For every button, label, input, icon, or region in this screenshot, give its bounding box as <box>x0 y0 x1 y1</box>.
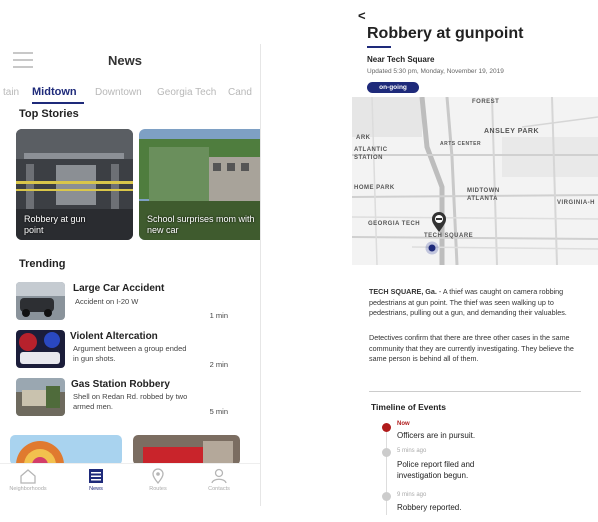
incident-map[interactable]: FOREST ANSLEY PARK ARK ARTS CENTER ATLAN… <box>352 97 598 265</box>
title-accent-bar <box>367 46 391 48</box>
trending-thumbnail <box>16 282 65 320</box>
trending-title: Large Car Accident <box>73 283 165 294</box>
timeline-time: 5 mins ago <box>397 448 427 454</box>
article-title: Robbery at gunpoint <box>367 25 524 42</box>
tab-downtown[interactable]: Downtown <box>95 87 142 98</box>
story-card-robbery[interactable]: Robbery at gun point <box>16 129 133 240</box>
nav-routes[interactable]: Routes <box>132 468 184 492</box>
page-title: News <box>108 53 142 68</box>
trending-heading: Trending <box>19 258 66 270</box>
article-location: Near Tech Square <box>367 55 435 64</box>
map-label: GEORGIA TECH <box>368 221 421 227</box>
timeline-event: Officers are in pursuit. <box>397 431 476 440</box>
nav-neighborhoods[interactable]: Neighborhoods <box>2 468 54 492</box>
trending-item[interactable]: Gas Station Robbery Shell on Redan Rd. r… <box>16 378 248 418</box>
timeline-event: Police report filed and investigation be… <box>397 460 475 480</box>
article-paragraph-text: Detectives confirm that there are three … <box>369 333 574 363</box>
trending-title: Gas Station Robbery <box>71 379 170 390</box>
map-label: TECH SQUARE <box>424 233 474 239</box>
neighborhood-tabs: tain Midtown Downtown Georgia Tech Cand <box>0 85 260 103</box>
map-label: ARK <box>356 135 371 141</box>
map-label: MIDTOWN ATLANTA <box>467 188 500 202</box>
timeline-dot <box>382 492 391 501</box>
top-stories-heading: Top Stories <box>19 108 79 120</box>
article-paragraph: TECH SQUARE, Ga. - A thief was caught on… <box>369 287 581 319</box>
active-tab-indicator <box>32 102 84 104</box>
status-badge: on-going <box>367 82 419 93</box>
news-screen: News tain Midtown Downtown Georgia Tech … <box>0 44 261 506</box>
timeline-dot-current <box>382 423 391 432</box>
map-label: ANSLEY PARK <box>484 128 540 135</box>
trending-time: 2 min <box>209 360 228 369</box>
map-roads <box>352 97 598 265</box>
tab-next[interactable]: Cand <box>228 87 252 98</box>
story-card-school[interactable]: School surprises mom with new car <box>139 129 260 240</box>
trending-description: Shell on Redan Rd. robbed by two armed m… <box>73 392 188 411</box>
story-label: School surprises mom with new car <box>147 214 255 235</box>
article-screen: < Robbery at gunpoint Near Tech Square U… <box>352 0 598 522</box>
home-icon <box>20 469 36 484</box>
timeline-time: 9 mins ago <box>397 492 427 498</box>
nav-news[interactable]: News <box>70 468 122 492</box>
trending-time: 1 min <box>209 311 228 320</box>
more-story-card-festival[interactable] <box>10 435 122 465</box>
trending-item[interactable]: Large Car Accident Accident on I-20 W 1 … <box>16 282 248 322</box>
trending-thumbnail <box>16 378 65 416</box>
map-label: ATLANTIC STATION <box>354 147 388 161</box>
article-dateline: TECH SQUARE, Ga. <box>369 287 437 296</box>
timeline-line <box>386 425 387 515</box>
divider <box>369 391 581 392</box>
timeline-time: Now <box>397 421 410 427</box>
timeline-event: Robbery reported. <box>397 503 462 512</box>
tab-georgia-tech[interactable]: Georgia Tech <box>157 87 216 98</box>
nav-contacts[interactable]: Contacts <box>193 468 245 492</box>
map-label: FOREST <box>472 99 500 105</box>
map-pin-icon <box>152 468 164 484</box>
tab-midtown[interactable]: Midtown <box>32 86 77 98</box>
person-icon <box>211 468 227 484</box>
article-paragraph: Detectives confirm that there are three … <box>369 333 581 365</box>
trending-item[interactable]: Violent Altercation Argument between a g… <box>16 330 248 370</box>
map-label: HOME PARK <box>354 185 395 191</box>
trending-thumbnail <box>16 330 65 368</box>
trending-time: 5 min <box>209 407 228 416</box>
hamburger-icon[interactable] <box>13 52 33 73</box>
more-story-card-fire[interactable] <box>133 435 240 465</box>
timeline-heading: Timeline of Events <box>371 402 446 412</box>
tab-previous[interactable]: tain <box>3 87 19 98</box>
map-label: ARTS CENTER <box>440 141 482 147</box>
trending-title: Violent Altercation <box>70 331 158 342</box>
current-location-icon <box>425 241 439 255</box>
updated-timestamp: Updated 5:30 pm, Monday, November 19, 20… <box>367 68 504 75</box>
timeline-dot <box>382 448 391 457</box>
map-label: VIRGINIA-H <box>557 200 595 206</box>
story-label: Robbery at gun point <box>24 214 86 235</box>
back-arrow-icon[interactable]: < <box>358 8 366 23</box>
bottom-navigation: Neighborhoods News Routes Contacts <box>0 463 260 506</box>
incident-pin-icon[interactable] <box>431 211 447 233</box>
news-icon <box>89 469 103 483</box>
trending-description: Accident on I-20 W <box>75 297 139 306</box>
trending-description: Argument between a group ended in gun sh… <box>73 344 187 363</box>
